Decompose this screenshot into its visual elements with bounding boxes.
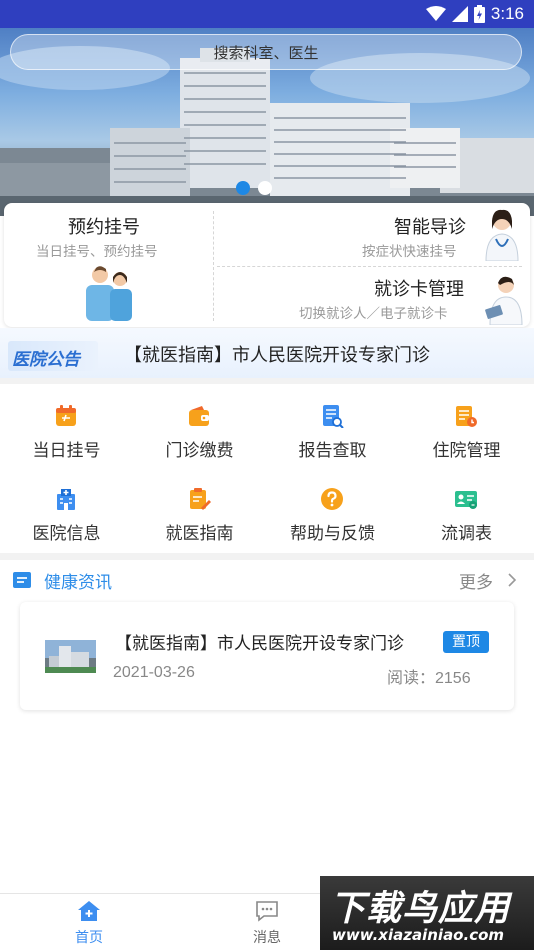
message-icon	[256, 901, 278, 922]
menu-item-label: 流调表	[441, 524, 492, 544]
appointment-title: 预约挂号	[68, 217, 140, 238]
menu-item-label: 报告查取	[298, 441, 367, 461]
doctor-icon	[485, 276, 523, 325]
menu-item-today-register[interactable]: 当日挂号	[0, 388, 133, 468]
news-thumbnail-image	[45, 640, 96, 673]
card-manage-button[interactable]: 就诊卡管理 切换就诊人／电子就诊卡	[214, 267, 530, 327]
doctors-illustration-icon	[86, 266, 132, 321]
menu-item-inpatient[interactable]: 住院管理	[400, 388, 533, 468]
menu-item-label: 门诊缴费	[165, 441, 234, 461]
smart-triage-subtitle: 按症状快速挂号	[362, 244, 457, 260]
status-icons: 3:16	[425, 3, 524, 25]
nav-label: 首页	[75, 930, 103, 946]
function-grid: 当日挂号 门诊缴费 报告查取 住院管理 医院信息 就医指南 帮助与反馈 流调表	[0, 388, 534, 552]
menu-item-label: 帮助与反馈	[290, 524, 375, 544]
inpatient-icon	[456, 406, 477, 427]
card-manage-title: 就诊卡管理	[374, 279, 464, 300]
more-label: 更多	[459, 573, 493, 593]
status-time: 3:16	[490, 4, 524, 23]
appointment-subtitle: 当日挂号、预约挂号	[36, 244, 158, 260]
carousel-dot[interactable]	[258, 181, 272, 195]
carousel-dot[interactable]	[236, 181, 250, 195]
menu-item-label: 当日挂号	[32, 441, 101, 461]
chevron-right-icon	[508, 573, 517, 587]
appointment-button[interactable]: 预约挂号 当日挂号、预约挂号	[4, 203, 213, 327]
menu-item-outpatient-pay[interactable]: 门诊缴费	[133, 388, 266, 468]
signal-icon	[451, 6, 468, 22]
smart-triage-button[interactable]: 智能导诊 按症状快速挂号	[214, 203, 530, 266]
home-icon	[78, 901, 100, 921]
news-date: 2021-03-26	[113, 664, 195, 681]
carousel-indicator	[236, 181, 272, 195]
battery-icon	[473, 5, 485, 23]
smart-triage-title: 智能导诊	[394, 217, 466, 238]
nav-tab-home[interactable]: 首页	[34, 894, 144, 950]
report-search-icon	[323, 405, 344, 428]
card-manage-subtitle: 切换就诊人／电子就诊卡	[299, 306, 448, 322]
watermark-url: www.xiazainiao.com	[332, 926, 505, 944]
calendar-today-icon	[56, 405, 76, 426]
nurse-icon	[485, 209, 519, 261]
notice-logo-text: 医院公告	[12, 350, 80, 370]
menu-item-label: 医院信息	[32, 524, 101, 544]
news-section-header: 健康资讯 更多	[0, 562, 534, 598]
notice-logo: 医院公告	[8, 341, 98, 371]
hospital-building-icon	[57, 489, 75, 510]
status-bar: 3:16	[0, 0, 534, 28]
news-section-title: 健康资讯	[44, 573, 112, 593]
watermark-logo: 下载鸟应用 www.xiazainiao.com	[320, 876, 534, 950]
search-input[interactable]: 搜索科室、医生	[10, 34, 522, 70]
wifi-icon	[425, 6, 446, 21]
more-button[interactable]: 更多	[455, 562, 525, 598]
notice-bar[interactable]: 医院公告 【就医指南】市人民医院开设专家门诊	[0, 328, 534, 384]
menu-item-help-feedback[interactable]: 帮助与反馈	[266, 471, 399, 551]
menu-item-label: 就医指南	[165, 524, 234, 544]
help-icon	[321, 488, 343, 510]
nav-label: 消息	[253, 930, 281, 946]
wallet-icon	[189, 406, 209, 426]
news-icon	[13, 572, 31, 588]
menu-item-hospital-info[interactable]: 医院信息	[0, 471, 133, 551]
nav-tab-messages[interactable]: 消息	[212, 894, 322, 950]
feature-card: 预约挂号 当日挂号、预约挂号 智能导诊 按症状快速挂号 就诊卡管理 切换就诊人／…	[4, 203, 530, 327]
menu-item-report[interactable]: 报告查取	[266, 388, 399, 468]
news-views: 阅读：2156	[387, 670, 471, 687]
menu-item-label: 住院管理	[432, 441, 501, 461]
watermark-text: 下载鸟应用	[330, 889, 511, 929]
notice-text[interactable]: 【就医指南】市人民医院开设专家门诊	[124, 341, 430, 367]
hospital-banner[interactable]: 搜索科室、医生	[0, 28, 534, 216]
section-divider	[0, 553, 534, 560]
menu-item-medical-guide[interactable]: 就医指南	[133, 471, 266, 551]
news-headline: 【就医指南】市人民医院开设专家门诊	[115, 634, 404, 654]
guide-icon	[190, 488, 211, 510]
menu-item-survey-form[interactable]: 流调表	[400, 471, 533, 551]
news-item[interactable]: 【就医指南】市人民医院开设专家门诊 置顶 2021-03-26 阅读：2156	[20, 602, 514, 710]
pinned-badge: 置顶	[443, 631, 489, 653]
id-card-icon	[455, 491, 477, 509]
